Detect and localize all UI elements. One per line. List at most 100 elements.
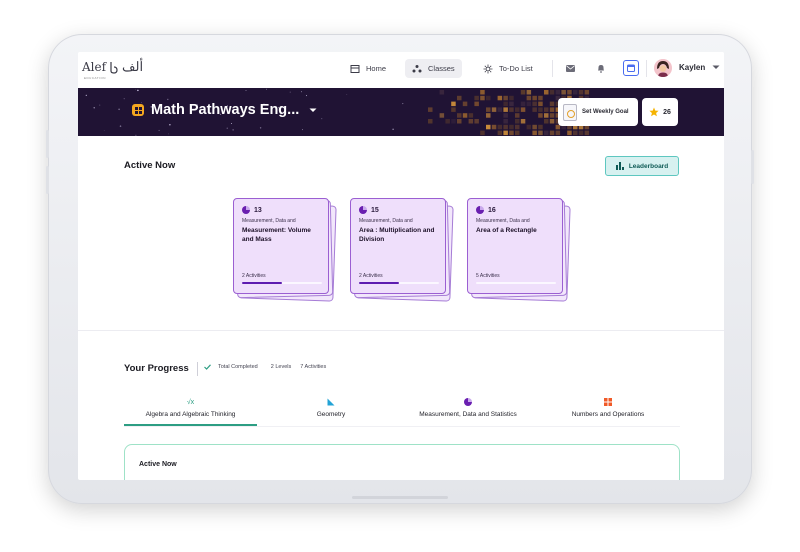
active-now-panel: Active Now <box>124 444 680 480</box>
alef-logo[interactable]: Alef ألف <box>82 59 143 75</box>
card-number: 13 <box>254 206 262 214</box>
banner-pixel <box>480 95 485 101</box>
logo-text: Alef <box>82 60 107 74</box>
banner-pixel <box>567 90 572 95</box>
tab-geometry[interactable]: Geometry <box>283 398 379 418</box>
banner-pixel <box>538 113 543 118</box>
banner-pixel <box>549 113 555 118</box>
sqrt-icon: √x <box>186 399 195 406</box>
banner-pixel <box>515 124 520 130</box>
nav-classes[interactable]: Classes <box>405 59 462 78</box>
banner-star <box>134 89 136 91</box>
banner-pixel <box>532 130 537 136</box>
card-activities: 5 Activities <box>476 273 500 279</box>
tab-baseline <box>124 426 680 427</box>
banner-star <box>167 98 169 101</box>
section-divider <box>78 330 724 331</box>
mail-icon <box>565 64 575 72</box>
banner-pixel <box>497 124 503 130</box>
nav-todo[interactable]: To-Do List <box>476 59 540 78</box>
lesson-card[interactable]: 13 Measurement, Data and Measurement: Vo… <box>233 198 329 294</box>
top-navigation: Alef ألف EDUCATION Home Classes To-Do Li… <box>78 52 724 88</box>
banner-pixel <box>549 101 555 107</box>
banner-pixel <box>544 130 549 136</box>
banner-pixel <box>439 90 445 95</box>
banner-pixel <box>439 113 445 118</box>
banner-star <box>305 95 308 97</box>
tab-measurement[interactable]: Measurement, Data and Statistics <box>408 398 528 418</box>
banner-star <box>103 129 105 131</box>
check-icon <box>204 364 211 370</box>
banner-star <box>259 127 262 129</box>
calendar-button[interactable] <box>623 60 639 76</box>
tab-numbers[interactable]: Numbers and Operations <box>558 398 658 418</box>
nav-todo-label: To-Do List <box>499 64 533 73</box>
nav-divider <box>552 60 553 77</box>
weekly-goal-label: Set Weekly Goal <box>582 109 629 115</box>
set-weekly-goal-button[interactable]: Set Weekly Goal <box>558 98 638 126</box>
banner-pixel <box>515 107 520 112</box>
banner-star <box>302 129 303 131</box>
banner-pixel <box>457 119 462 124</box>
lesson-card[interactable]: 15 Measurement, Data and Area : Multipli… <box>350 198 446 294</box>
tab-label: Algebra and Algebraic Thinking <box>145 411 236 418</box>
banner-pixel <box>526 95 532 101</box>
card-progress-fill <box>242 282 282 284</box>
lesson-card-stack[interactable]: 13 Measurement, Data and Measurement: Vo… <box>233 198 337 302</box>
banner-pixel <box>520 119 526 124</box>
course-selector[interactable]: Math Pathways Eng... <box>132 102 317 118</box>
banner-pixel <box>532 124 537 130</box>
banner-pixel <box>486 113 491 118</box>
banner-pixel <box>520 107 526 112</box>
chevron-down-icon[interactable] <box>712 65 720 70</box>
banner-pixel <box>480 90 485 95</box>
lesson-card-stack[interactable]: 16 Measurement, Data and Area of a Recta… <box>467 198 571 302</box>
banner-pixel <box>462 113 468 118</box>
banner-star <box>346 94 348 95</box>
banner-pixel <box>509 107 514 112</box>
tab-algebra[interactable]: √x Algebra and Algebraic Thinking <box>124 398 257 418</box>
banner-pixel <box>503 95 508 101</box>
total-completed-label: Total Completed <box>218 364 258 370</box>
pie-chart-icon <box>408 398 528 407</box>
course-title: Math Pathways Eng... <box>151 102 300 118</box>
user-name[interactable]: Kaylen <box>679 63 705 72</box>
card-title: Area : Multiplication and Division <box>359 227 435 243</box>
banner-star <box>135 134 137 136</box>
banner-pixel <box>538 95 543 101</box>
classes-icon <box>412 64 422 72</box>
pie-chart-icon <box>476 206 484 214</box>
activities-count: 7 Activities <box>300 364 327 370</box>
banner-pixel <box>474 119 479 124</box>
banner-pixel <box>468 119 474 124</box>
banner-pixel <box>497 107 503 112</box>
banner-pixel <box>474 95 479 101</box>
lesson-card-stack[interactable]: 15 Measurement, Data and Area : Multipli… <box>350 198 454 302</box>
goal-target-icon <box>563 103 577 121</box>
banner-pixel <box>486 95 491 101</box>
user-avatar[interactable] <box>654 59 672 77</box>
banner-pixel <box>538 124 543 130</box>
messages-button[interactable] <box>562 60 578 76</box>
stars-badge[interactable]: 26 <box>642 98 678 126</box>
banner-pixel <box>462 101 468 107</box>
progress-stats: Total Completed 2 Levels 7 Activities <box>204 364 326 370</box>
logo-arabic-text: ألف <box>122 59 144 74</box>
banner-pixel <box>544 113 549 118</box>
bell-icon <box>598 64 604 73</box>
banner-star <box>93 107 95 109</box>
banner-pixel <box>503 119 508 124</box>
notifications-button[interactable] <box>593 60 609 76</box>
banner-star <box>119 125 122 127</box>
lesson-card[interactable]: 16 Measurement, Data and Area of a Recta… <box>467 198 563 294</box>
tab-label: Measurement, Data and Statistics <box>419 411 517 418</box>
nav-home[interactable]: Home <box>343 59 393 78</box>
banner-pixel <box>573 130 578 136</box>
banner-pixel <box>544 107 549 112</box>
banner-pixel <box>509 101 514 107</box>
banner-star <box>169 124 171 126</box>
leaderboard-button[interactable]: Leaderboard <box>605 156 679 176</box>
banner-pixel <box>451 107 456 112</box>
banner-pixel <box>445 119 450 124</box>
banner-pixel <box>509 130 514 136</box>
